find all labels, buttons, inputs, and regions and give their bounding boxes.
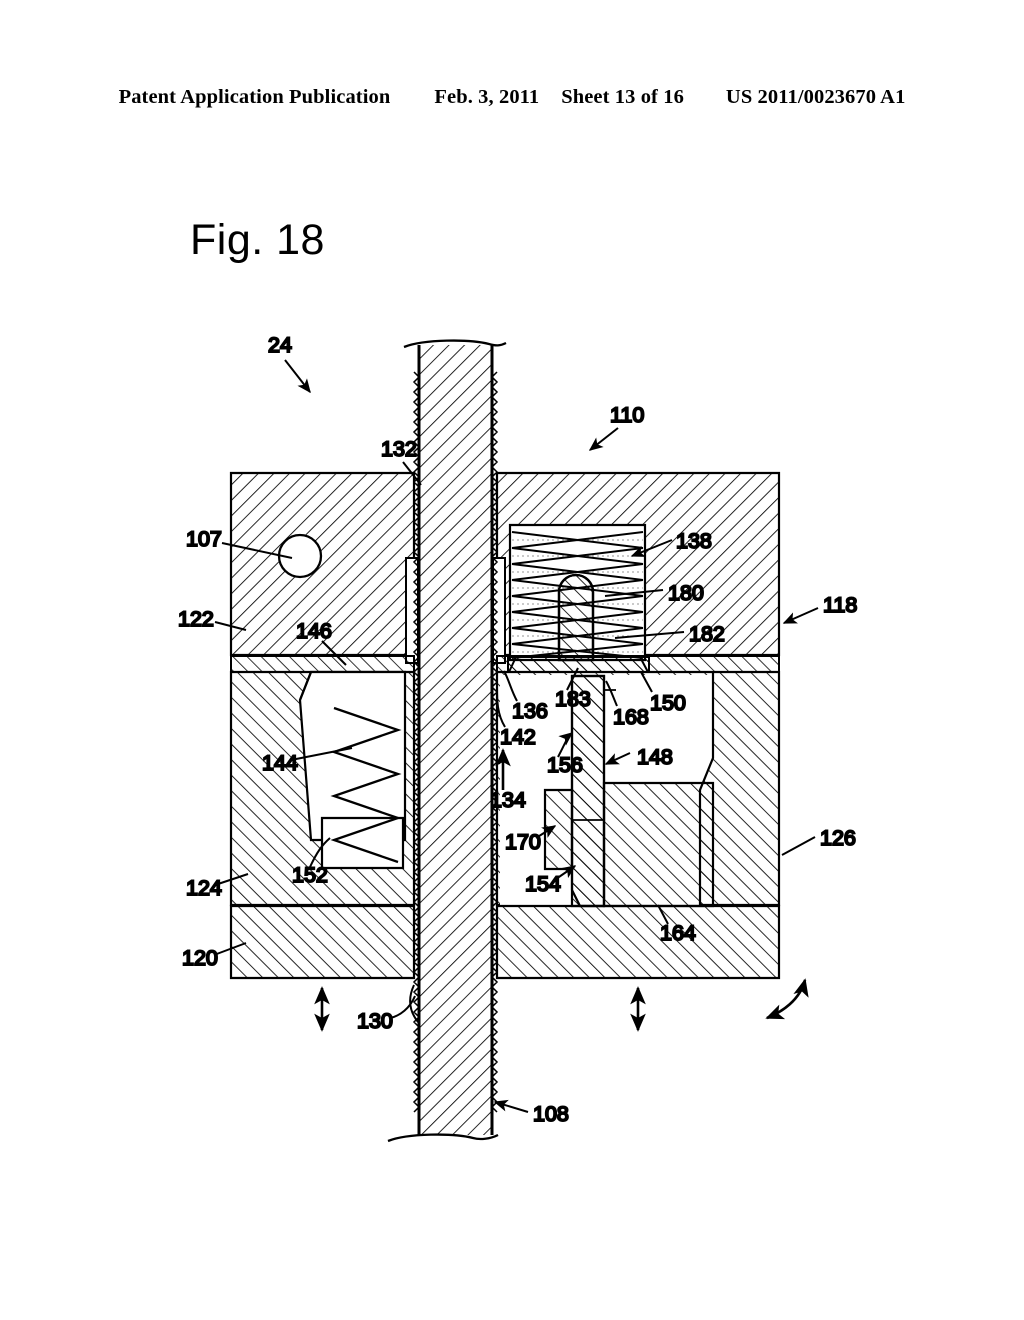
ref-168: 168	[613, 705, 649, 729]
ref-148: 148	[637, 745, 673, 769]
ref-170: 170	[505, 830, 541, 854]
bottom-plate	[229, 904, 781, 980]
ref-152: 152	[292, 863, 328, 887]
ref-126: 126	[820, 826, 856, 850]
ref-182: 182	[689, 622, 725, 646]
rod-bottom-break	[387, 1133, 499, 1143]
ref-24: 24	[268, 333, 292, 357]
ref-118: 118	[823, 593, 857, 617]
ref-180: 180	[668, 581, 704, 605]
ref-154: 154	[525, 872, 561, 896]
ref-110: 110	[610, 403, 644, 427]
ref-142: 142	[500, 725, 536, 749]
right-curved-double-arrow	[765, 978, 809, 1020]
ref-107: 107	[186, 527, 222, 551]
ref-156: 156	[547, 753, 583, 777]
ref-138: 138	[676, 529, 712, 553]
ref-136: 136	[512, 699, 548, 723]
patent-page: Patent Application Publication Feb. 3, 2…	[0, 0, 1024, 1320]
mid-plate	[230, 655, 780, 673]
ref-164: 164	[660, 921, 696, 945]
ref-134: 134	[490, 788, 526, 812]
ref-108: 108	[533, 1102, 569, 1126]
ref-120: 120	[182, 946, 218, 970]
ref-122: 122	[178, 607, 214, 631]
ref-150: 150	[650, 691, 686, 715]
ref-130: 130	[357, 1009, 393, 1033]
upper-right-body-section	[492, 471, 781, 664]
ref-132: 132	[381, 437, 417, 461]
plunger-183	[557, 573, 595, 662]
ref-146: 146	[296, 619, 332, 643]
ref-124: 124	[186, 876, 222, 900]
figure-drawing: 24 110 132 107 138 180 122 118 146 182 1…	[0, 0, 1024, 1320]
ref-183: 183	[555, 687, 591, 711]
ref-144: 144	[262, 751, 298, 775]
